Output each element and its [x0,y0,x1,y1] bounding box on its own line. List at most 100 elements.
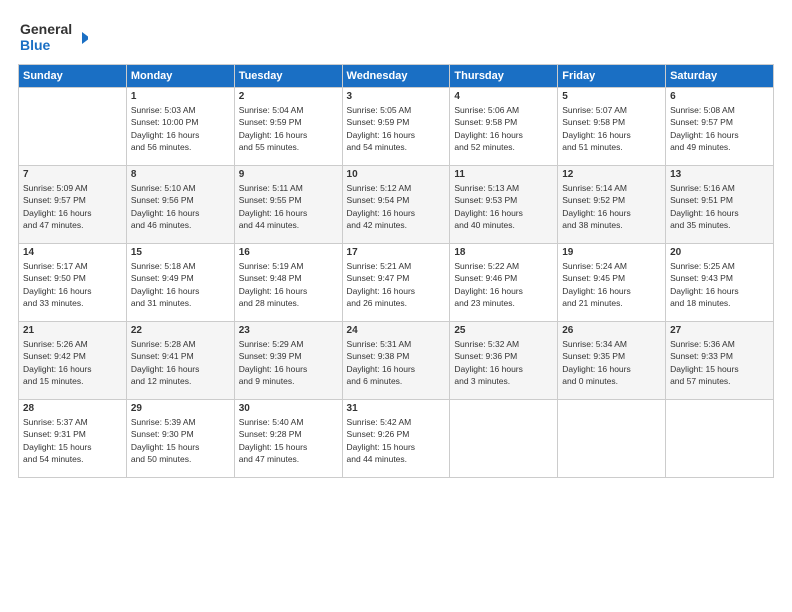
day-info: Sunrise: 5:39 AM Sunset: 9:30 PM Dayligh… [131,416,230,465]
header-row: SundayMondayTuesdayWednesdayThursdayFrid… [19,65,774,88]
day-cell: 31 Sunrise: 5:42 AM Sunset: 9:26 PM Dayli… [342,400,450,478]
day-cell: 1 Sunrise: 5:03 AM Sunset: 10:00 PM Dayli… [126,88,234,166]
day-number: 6 [670,91,769,102]
day-cell: 12 Sunrise: 5:14 AM Sunset: 9:52 PM Dayli… [558,166,666,244]
day-number: 5 [562,91,661,102]
logo: General Blue [18,18,88,56]
day-number: 26 [562,325,661,336]
header-cell-thursday: Thursday [450,65,558,88]
day-info: Sunrise: 5:16 AM Sunset: 9:51 PM Dayligh… [670,182,769,231]
day-number: 30 [239,403,338,414]
day-cell: 11Sunrise: 5:13 AM Sunset: 9:53 PM Dayli… [450,166,558,244]
week-row-3: 14 Sunrise: 5:17 AM Sunset: 9:50 PM Dayli… [19,244,774,322]
day-number: 7 [23,169,122,180]
header-cell-monday: Monday [126,65,234,88]
day-cell: 4 Sunrise: 5:06 AM Sunset: 9:58 PM Daylig… [450,88,558,166]
day-info: Sunrise: 5:34 AM Sunset: 9:35 PM Dayligh… [562,338,661,387]
day-cell: 19 Sunrise: 5:24 AM Sunset: 9:45 PM Dayli… [558,244,666,322]
day-number: 25 [454,325,553,336]
day-number: 27 [670,325,769,336]
week-row-4: 21 Sunrise: 5:26 AM Sunset: 9:42 PM Dayli… [19,322,774,400]
day-info: Sunrise: 5:14 AM Sunset: 9:52 PM Dayligh… [562,182,661,231]
day-number: 24 [347,325,446,336]
day-number: 17 [347,247,446,258]
day-number: 8 [131,169,230,180]
day-cell [666,400,774,478]
day-cell: 18 Sunrise: 5:22 AM Sunset: 9:46 PM Dayli… [450,244,558,322]
day-number: 14 [23,247,122,258]
day-number: 28 [23,403,122,414]
day-info: Sunrise: 5:19 AM Sunset: 9:48 PM Dayligh… [239,260,338,309]
day-cell: 21 Sunrise: 5:26 AM Sunset: 9:42 PM Dayli… [19,322,127,400]
day-cell [450,400,558,478]
day-cell: 8 Sunrise: 5:10 AM Sunset: 9:56 PM Daylig… [126,166,234,244]
day-number: 9 [239,169,338,180]
day-cell: 20 Sunrise: 5:25 AM Sunset: 9:43 PM Dayli… [666,244,774,322]
day-cell: 30 Sunrise: 5:40 AM Sunset: 9:28 PM Dayli… [234,400,342,478]
day-info: Sunrise: 5:17 AM Sunset: 9:50 PM Dayligh… [23,260,122,309]
day-info: Sunrise: 5:21 AM Sunset: 9:47 PM Dayligh… [347,260,446,309]
day-info: Sunrise: 5:31 AM Sunset: 9:38 PM Dayligh… [347,338,446,387]
day-number: 20 [670,247,769,258]
day-cell [19,88,127,166]
day-info: Sunrise: 5:36 AM Sunset: 9:33 PM Dayligh… [670,338,769,387]
day-cell: 23Sunrise: 5:29 AM Sunset: 9:39 PM Dayli… [234,322,342,400]
day-number: 21 [23,325,122,336]
day-info: Sunrise: 5:03 AM Sunset: 10:00 PM Daylig… [131,104,230,153]
day-info: Sunrise: 5:32 AM Sunset: 9:36 PM Dayligh… [454,338,553,387]
header-cell-friday: Friday [558,65,666,88]
svg-text:Blue: Blue [20,37,51,53]
day-cell [558,400,666,478]
day-cell: 3 Sunrise: 5:05 AM Sunset: 9:59 PM Daylig… [342,88,450,166]
day-number: 18 [454,247,553,258]
day-cell: 27 Sunrise: 5:36 AM Sunset: 9:33 PM Dayli… [666,322,774,400]
calendar-table: SundayMondayTuesdayWednesdayThursdayFrid… [18,64,774,478]
day-number: 4 [454,91,553,102]
day-info: Sunrise: 5:24 AM Sunset: 9:45 PM Dayligh… [562,260,661,309]
day-info: Sunrise: 5:40 AM Sunset: 9:28 PM Dayligh… [239,416,338,465]
day-info: Sunrise: 5:11 AM Sunset: 9:55 PM Dayligh… [239,182,338,231]
svg-text:General: General [20,21,72,37]
header-cell-wednesday: Wednesday [342,65,450,88]
header-cell-sunday: Sunday [19,65,127,88]
page-container: General Blue SundayMondayTuesdayWednesda… [0,0,792,612]
day-cell: 26 Sunrise: 5:34 AM Sunset: 9:35 PM Dayli… [558,322,666,400]
day-cell: 16Sunrise: 5:19 AM Sunset: 9:48 PM Dayli… [234,244,342,322]
day-info: Sunrise: 5:05 AM Sunset: 9:59 PM Dayligh… [347,104,446,153]
day-info: Sunrise: 5:08 AM Sunset: 9:57 PM Dayligh… [670,104,769,153]
day-number: 15 [131,247,230,258]
day-cell: 6 Sunrise: 5:08 AM Sunset: 9:57 PM Daylig… [666,88,774,166]
day-info: Sunrise: 5:12 AM Sunset: 9:54 PM Dayligh… [347,182,446,231]
day-cell: 13 Sunrise: 5:16 AM Sunset: 9:51 PM Dayli… [666,166,774,244]
day-number: 10 [347,169,446,180]
header-cell-tuesday: Tuesday [234,65,342,88]
day-number: 31 [347,403,446,414]
day-cell: 28 Sunrise: 5:37 AM Sunset: 9:31 PM Dayli… [19,400,127,478]
day-number: 19 [562,247,661,258]
day-number: 23 [239,325,338,336]
day-info: Sunrise: 5:42 AM Sunset: 9:26 PM Dayligh… [347,416,446,465]
week-row-2: 7Sunrise: 5:09 AM Sunset: 9:57 PM Daylig… [19,166,774,244]
day-info: Sunrise: 5:07 AM Sunset: 9:58 PM Dayligh… [562,104,661,153]
day-number: 11 [454,169,553,180]
day-info: Sunrise: 5:26 AM Sunset: 9:42 PM Dayligh… [23,338,122,387]
day-number: 13 [670,169,769,180]
header: General Blue [18,18,774,56]
day-cell: 24 Sunrise: 5:31 AM Sunset: 9:38 PM Dayli… [342,322,450,400]
week-row-1: 1 Sunrise: 5:03 AM Sunset: 10:00 PM Dayli… [19,88,774,166]
day-number: 3 [347,91,446,102]
day-cell: 10 Sunrise: 5:12 AM Sunset: 9:54 PM Dayli… [342,166,450,244]
day-info: Sunrise: 5:22 AM Sunset: 9:46 PM Dayligh… [454,260,553,309]
logo-icon: General Blue [18,18,88,56]
day-info: Sunrise: 5:25 AM Sunset: 9:43 PM Dayligh… [670,260,769,309]
day-cell: 7Sunrise: 5:09 AM Sunset: 9:57 PM Daylig… [19,166,127,244]
day-cell: 2Sunrise: 5:04 AM Sunset: 9:59 PM Daylig… [234,88,342,166]
day-cell: 17 Sunrise: 5:21 AM Sunset: 9:47 PM Dayli… [342,244,450,322]
day-number: 1 [131,91,230,102]
day-number: 12 [562,169,661,180]
day-info: Sunrise: 5:37 AM Sunset: 9:31 PM Dayligh… [23,416,122,465]
day-info: Sunrise: 5:06 AM Sunset: 9:58 PM Dayligh… [454,104,553,153]
day-info: Sunrise: 5:28 AM Sunset: 9:41 PM Dayligh… [131,338,230,387]
header-cell-saturday: Saturday [666,65,774,88]
day-info: Sunrise: 5:10 AM Sunset: 9:56 PM Dayligh… [131,182,230,231]
